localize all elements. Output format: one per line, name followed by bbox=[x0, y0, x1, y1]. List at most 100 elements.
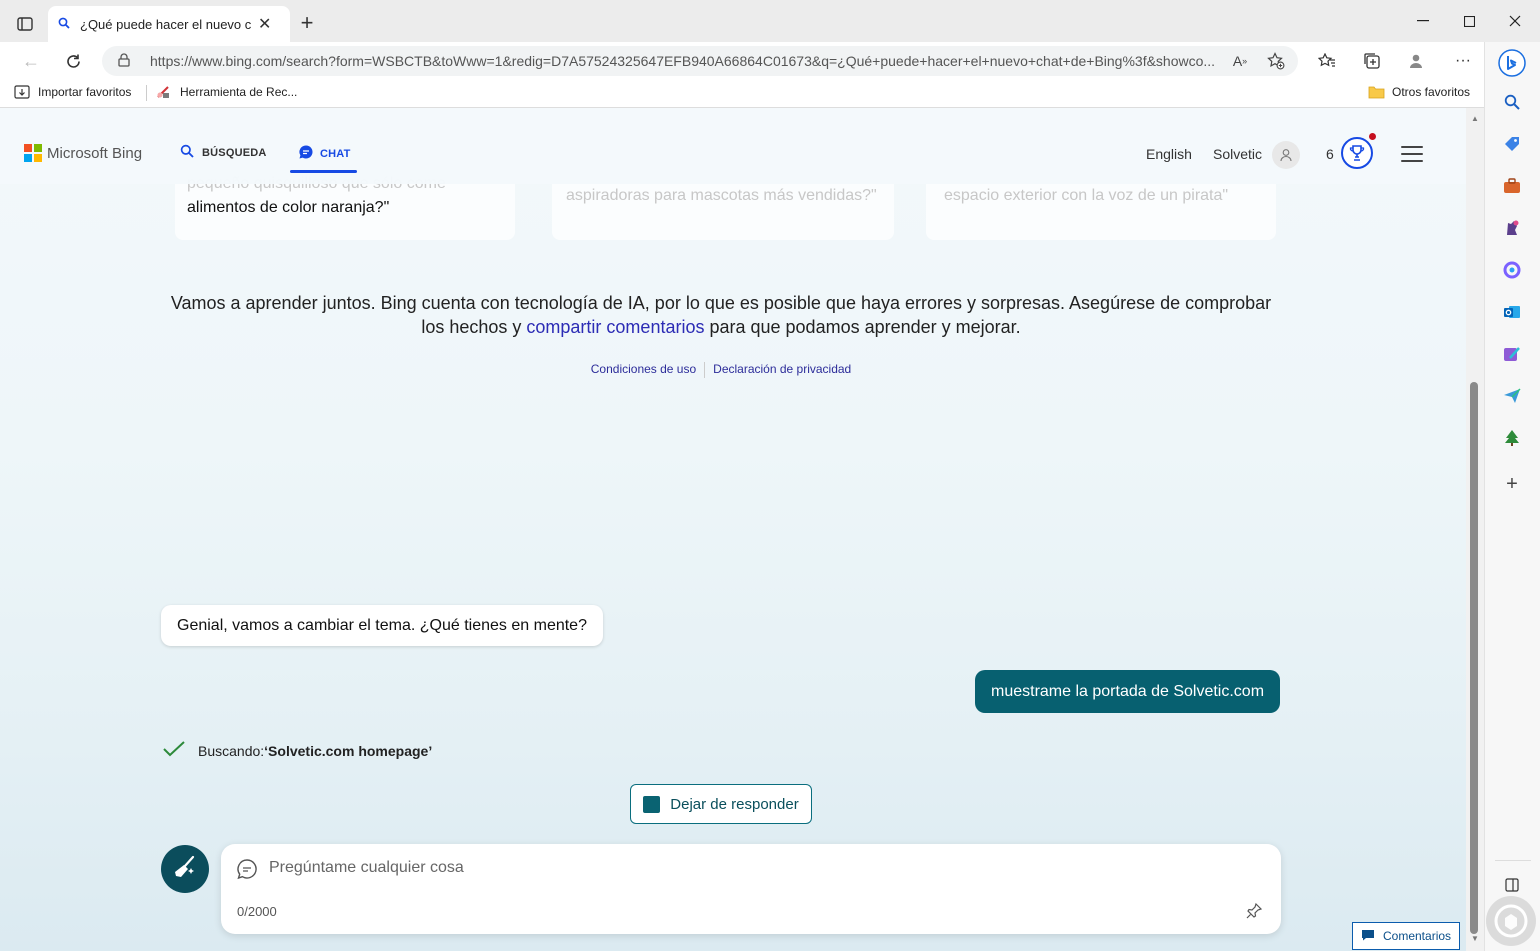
scroll-thumb[interactable] bbox=[1470, 382, 1478, 934]
outlook-icon[interactable] bbox=[1501, 301, 1523, 323]
tools-briefcase-icon[interactable] bbox=[1501, 175, 1523, 197]
char-counter: 0/2000 bbox=[237, 904, 277, 919]
add-favorite-icon[interactable] bbox=[1266, 52, 1286, 70]
user-name[interactable]: Solvetic bbox=[1213, 146, 1262, 162]
new-topic-button[interactable] bbox=[161, 845, 209, 893]
terms-link[interactable]: Condiciones de uso bbox=[591, 362, 696, 376]
bing-logo[interactable]: Microsoft Bing bbox=[24, 144, 142, 162]
legal-links: Condiciones de uso Declaración de privaci… bbox=[0, 362, 1442, 378]
favorites-icon[interactable] bbox=[1316, 50, 1338, 72]
add-sidebar-app-icon[interactable]: + bbox=[1501, 473, 1523, 495]
divider bbox=[704, 362, 706, 378]
suggestion-text-faded: aspiradoras para mascotas más vendidas?" bbox=[566, 187, 877, 204]
rewards-trophy-icon[interactable] bbox=[1341, 137, 1373, 169]
search-icon bbox=[58, 17, 70, 32]
privacy-link[interactable]: Declaración de privacidad bbox=[713, 362, 851, 376]
minimize-icon[interactable] bbox=[1400, 8, 1446, 34]
microsoft-logo-icon bbox=[24, 144, 42, 162]
search-icon bbox=[180, 144, 194, 161]
tree-icon[interactable] bbox=[1501, 427, 1523, 449]
active-tab[interactable]: ¿Qué puede hacer el nuevo chat ✕ bbox=[48, 6, 290, 42]
url-field[interactable]: https://www.bing.com/search?form=WSBCTB&… bbox=[102, 46, 1298, 76]
close-tab-icon[interactable]: ✕ bbox=[258, 14, 271, 34]
profile-icon[interactable] bbox=[1405, 50, 1427, 72]
search-icon[interactable] bbox=[1501, 91, 1523, 113]
more-options-icon[interactable]: ··· bbox=[1452, 50, 1474, 72]
favorites-bar: Importar favoritos Herramienta de Rec...… bbox=[0, 78, 1484, 108]
read-aloud-icon[interactable]: A» bbox=[1230, 52, 1250, 70]
bing-discover-icon[interactable] bbox=[1497, 48, 1527, 78]
pin-icon[interactable] bbox=[1245, 902, 1263, 925]
searching-query: ‘Solvetic.com homepage’ bbox=[264, 742, 433, 759]
chat-bubble-icon bbox=[236, 858, 258, 885]
feedback-label: Comentarios bbox=[1383, 929, 1452, 943]
collections-icon[interactable] bbox=[1361, 50, 1383, 72]
designer-icon[interactable] bbox=[1501, 343, 1523, 365]
edge-sidebar: + bbox=[1484, 42, 1540, 951]
lock-icon bbox=[118, 52, 132, 70]
nav-chat-label: CHAT bbox=[320, 147, 351, 160]
nav-search-label: BÚSQUEDA bbox=[202, 146, 267, 159]
disclaimer-part2: para que podamos aprender y mejorar. bbox=[704, 317, 1021, 337]
search-status: Buscando: ‘Solvetic.com homepage’ bbox=[162, 740, 432, 761]
suggestion-text: alimentos de color naranja?" bbox=[187, 199, 390, 216]
bot-message: Genial, vamos a cambiar el tema. ¿Qué ti… bbox=[161, 605, 603, 646]
page-scrollbar[interactable]: ▲ ▼ bbox=[1466, 108, 1484, 951]
other-favorites-label: Otros favoritos bbox=[1392, 85, 1471, 99]
stop-label: Dejar de responder bbox=[670, 795, 799, 813]
snipping-tool-icon bbox=[156, 85, 172, 99]
stop-responding-button[interactable]: Dejar de responder bbox=[630, 784, 812, 824]
suggestion-text-faded: espacio exterior con la voz de un pirata… bbox=[944, 187, 1229, 204]
language-link[interactable]: English bbox=[1146, 146, 1192, 162]
feedback-link[interactable]: compartir comentarios bbox=[526, 317, 704, 337]
address-bar: ← https://www.bing.com/search?form=WSBCT… bbox=[0, 42, 1484, 78]
close-window-icon[interactable] bbox=[1492, 8, 1538, 34]
import-favorites-label: Importar favoritos bbox=[38, 85, 132, 99]
watermark-logo bbox=[1486, 896, 1536, 946]
favorite-recorte-link[interactable]: Herramienta de Rec... bbox=[156, 85, 297, 99]
tab-bar: ¿Qué puede hacer el nuevo chat ✕ + bbox=[0, 0, 1540, 42]
chat-input[interactable] bbox=[269, 856, 1169, 880]
sidebar-divider bbox=[1495, 860, 1531, 861]
user-message: muestrame la portada de Solvetic.com bbox=[975, 670, 1281, 713]
divider bbox=[146, 85, 147, 101]
active-tab-indicator bbox=[290, 170, 357, 173]
user-avatar-icon[interactable] bbox=[1272, 141, 1300, 169]
chat-input-box: 0/2000 bbox=[221, 844, 1281, 934]
drop-send-icon[interactable] bbox=[1501, 385, 1523, 407]
other-favorites-link[interactable]: Otros favoritos bbox=[1368, 85, 1470, 99]
back-icon[interactable]: ← bbox=[16, 47, 46, 75]
hide-sidebar-icon[interactable] bbox=[1501, 874, 1523, 896]
scroll-up-icon[interactable]: ▲ bbox=[1471, 114, 1479, 123]
favorite-recorte-label: Herramienta de Rec... bbox=[180, 85, 298, 99]
chat-bubble-icon bbox=[298, 144, 314, 163]
import-icon bbox=[14, 85, 30, 99]
broom-icon bbox=[172, 854, 198, 885]
folder-icon bbox=[1368, 85, 1385, 99]
stop-icon bbox=[643, 795, 661, 813]
menu-icon[interactable] bbox=[1401, 146, 1423, 162]
nav-chat-tab[interactable]: CHAT bbox=[298, 144, 351, 163]
microsoft365-icon[interactable] bbox=[1501, 259, 1523, 281]
nav-search-tab[interactable]: BÚSQUEDA bbox=[180, 144, 267, 161]
disclaimer-text: Vamos a aprender juntos. Bing cuenta con… bbox=[170, 291, 1272, 339]
tab-actions-icon[interactable] bbox=[10, 10, 40, 38]
tab-title: ¿Qué puede hacer el nuevo chat bbox=[80, 16, 252, 32]
notification-dot bbox=[1369, 133, 1376, 140]
scroll-down-icon[interactable]: ▼ bbox=[1471, 934, 1479, 943]
logo-text: Microsoft Bing bbox=[47, 144, 143, 162]
feedback-button[interactable]: Comentarios bbox=[1352, 922, 1460, 950]
refresh-icon[interactable] bbox=[58, 47, 88, 75]
url-text: https://www.bing.com/search?form=WSBCTB&… bbox=[150, 53, 1216, 69]
bing-chat-page: pequeño quisquilloso que sólo come alime… bbox=[0, 108, 1466, 951]
shopping-tag-icon[interactable] bbox=[1501, 133, 1523, 155]
bing-header: Microsoft Bing BÚSQUEDA CHAT English Sol… bbox=[0, 108, 1466, 184]
feedback-icon bbox=[1361, 929, 1375, 944]
searching-label: Buscando: bbox=[198, 742, 265, 759]
new-tab-button[interactable]: + bbox=[294, 10, 320, 36]
rewards-count: 6 bbox=[1326, 146, 1334, 162]
maximize-icon[interactable] bbox=[1446, 8, 1492, 34]
import-favorites-link[interactable]: Importar favoritos bbox=[14, 85, 131, 99]
checkmark-icon bbox=[162, 740, 186, 761]
games-icon[interactable] bbox=[1501, 217, 1523, 239]
